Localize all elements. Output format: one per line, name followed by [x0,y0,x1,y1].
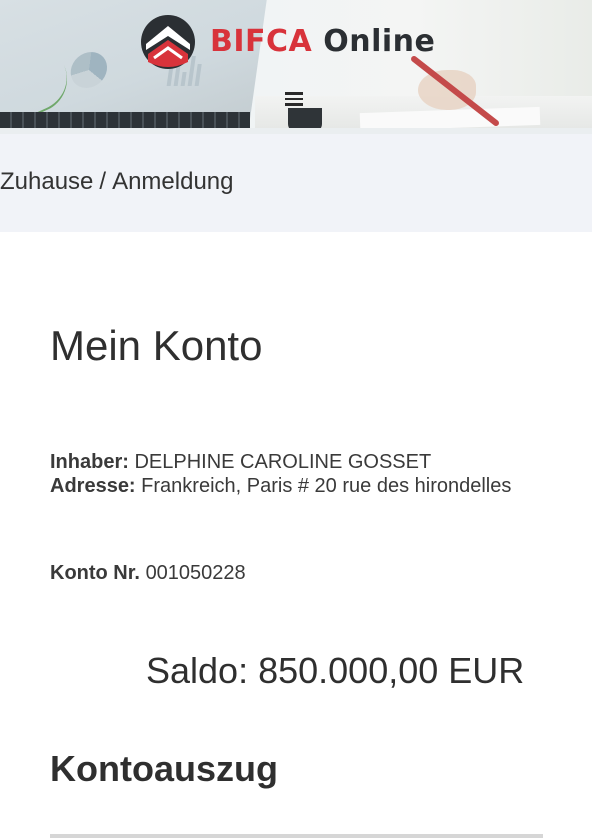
address-label: Adresse: [50,475,136,497]
site-header: BIFCA Online [0,0,592,134]
account-number-value: 001050228 [145,562,246,584]
breadcrumb-home-link[interactable]: Zuhause [0,168,93,195]
site-logo[interactable]: BIFCA Online [140,14,435,70]
hamburger-menu-icon[interactable] [285,92,303,106]
logo-text-online: Online [323,24,436,59]
account-balance: Saldo: 850.000,00 EUR [146,650,525,691]
address-row: Adresse: Frankreich, Paris # 20 rue des … [50,474,520,498]
statement-title: Kontoauszug [50,748,278,789]
account-number-row: Konto Nr. 001050228 [50,562,246,585]
holder-row: Inhaber: DELPHINE CAROLINE GOSSET [50,450,520,474]
page-title: Mein Konto [50,322,263,369]
bifca-logo-icon [141,15,195,69]
logo-text: BIFCA Online [210,14,435,70]
address-value: Frankreich, Paris # 20 rue des hirondell… [141,475,512,497]
breadcrumb-current: Anmeldung [112,168,234,195]
header-pie-chart-decoration [68,52,110,88]
account-number-label: Konto Nr. [50,562,140,584]
breadcrumb-separator: / [99,168,107,195]
logo-text-bifca: BIFCA [210,24,313,59]
holder-label: Inhaber: [50,451,129,473]
account-holder-info: Inhaber: DELPHINE CAROLINE GOSSET Adress… [50,450,520,498]
section-divider [50,834,543,838]
breadcrumb: Zuhause / Anmeldung [0,168,234,196]
holder-value: DELPHINE CAROLINE GOSSET [134,451,432,473]
breadcrumb-bar: Zuhause / Anmeldung [0,134,592,232]
